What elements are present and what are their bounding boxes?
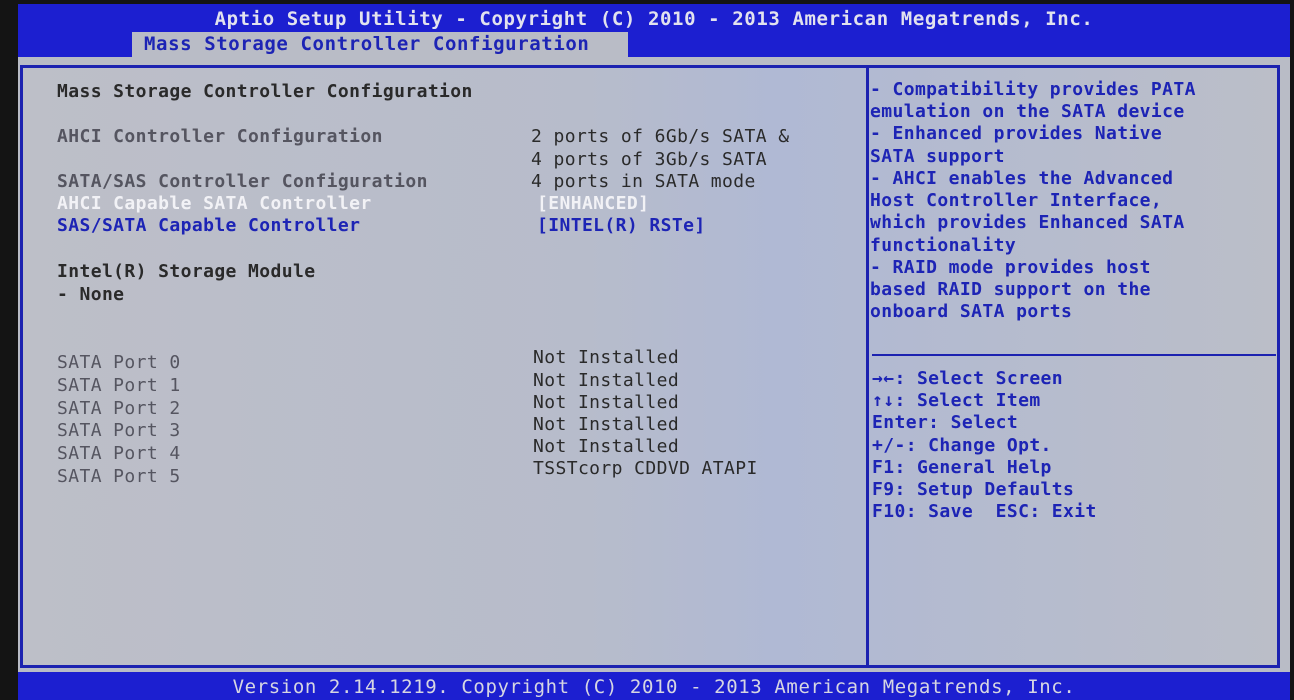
storage-module-label: Intel(R) Storage Module: [57, 261, 316, 282]
help-line: - Enhanced provides Native: [870, 123, 1163, 144]
sata-port-value: Not Installed: [533, 414, 680, 435]
help-line: - AHCI enables the Advanced: [870, 168, 1174, 189]
sata-port-label: SATA Port 1: [57, 375, 181, 396]
help-line: which provides Enhanced SATA: [870, 212, 1185, 233]
tab-mass-storage[interactable]: Mass Storage Controller Configuration: [132, 32, 628, 57]
help-line: Host Controller Interface,: [870, 190, 1163, 211]
sata-port-label: SATA Port 0: [57, 352, 181, 373]
panel-divider: [866, 68, 869, 665]
help-divider: [872, 354, 1276, 356]
key-enter-select: Enter: Select: [872, 412, 1019, 433]
sata-port-label: SATA Port 5: [57, 466, 181, 487]
sata-port-value: Not Installed: [533, 370, 680, 391]
ahci-capable-value[interactable]: [ENHANCED]: [537, 193, 649, 215]
key-setup-defaults: F9: Setup Defaults: [872, 479, 1075, 500]
help-line: SATA support: [870, 146, 1005, 167]
help-line: functionality: [870, 235, 1017, 256]
key-select-screen: →←: Select Screen: [872, 368, 1064, 389]
sata-port-value: Not Installed: [533, 392, 680, 413]
sata-port-value: Not Installed: [533, 436, 680, 457]
footer-version: Version 2.14.1219. Copyright (C) 2010 - …: [232, 676, 1076, 698]
ahci-config-label: AHCI Controller Configuration: [57, 126, 383, 147]
main-frame: Mass Storage Controller Configuration AH…: [20, 65, 1280, 668]
bios-screen: Aptio Setup Utility - Copyright (C) 2010…: [18, 4, 1290, 700]
key-save-exit: F10: Save ESC: Exit: [872, 501, 1097, 522]
key-select-item: ↑↓: Select Item: [872, 390, 1041, 411]
sata-port-label: SATA Port 2: [57, 398, 181, 419]
key-general-help: F1: General Help: [872, 457, 1052, 478]
app-title: Aptio Setup Utility - Copyright (C) 2010…: [214, 8, 1094, 30]
sata-port-value: TSSTcorp CDDVD ATAPI: [533, 458, 758, 479]
ahci-config-value-2: 4 ports of 3Gb/s SATA: [531, 149, 767, 170]
sata-port-label: SATA Port 3: [57, 420, 181, 441]
section-title: Mass Storage Controller Configuration: [57, 81, 473, 102]
sas-sata-capable-label[interactable]: SAS/SATA Capable Controller: [57, 215, 360, 237]
ahci-capable-label[interactable]: AHCI Capable SATA Controller: [57, 193, 372, 215]
storage-module-value: - None: [57, 284, 125, 305]
help-line: - Compatibility provides PATA: [870, 79, 1196, 100]
key-change-opt: +/-: Change Opt.: [872, 435, 1052, 456]
footer-bar: Version 2.14.1219. Copyright (C) 2010 - …: [18, 672, 1290, 700]
help-line: based RAID support on the: [870, 279, 1151, 300]
ahci-config-value-1: 2 ports of 6Gb/s SATA &: [531, 126, 790, 147]
sata-sas-config-label: SATA/SAS Controller Configuration: [57, 171, 428, 192]
title-bar: Aptio Setup Utility - Copyright (C) 2010…: [18, 4, 1290, 57]
help-line: onboard SATA ports: [870, 301, 1073, 322]
header-strip: [18, 57, 1290, 65]
sata-port-value: Not Installed: [533, 347, 680, 368]
help-line: - RAID mode provides host: [870, 257, 1151, 278]
sata-port-label: SATA Port 4: [57, 443, 181, 464]
help-line: emulation on the SATA device: [870, 101, 1185, 122]
sata-sas-config-value: 4 ports in SATA mode: [531, 171, 756, 192]
sas-sata-capable-value[interactable]: [INTEL(R) RSTe]: [537, 215, 706, 237]
